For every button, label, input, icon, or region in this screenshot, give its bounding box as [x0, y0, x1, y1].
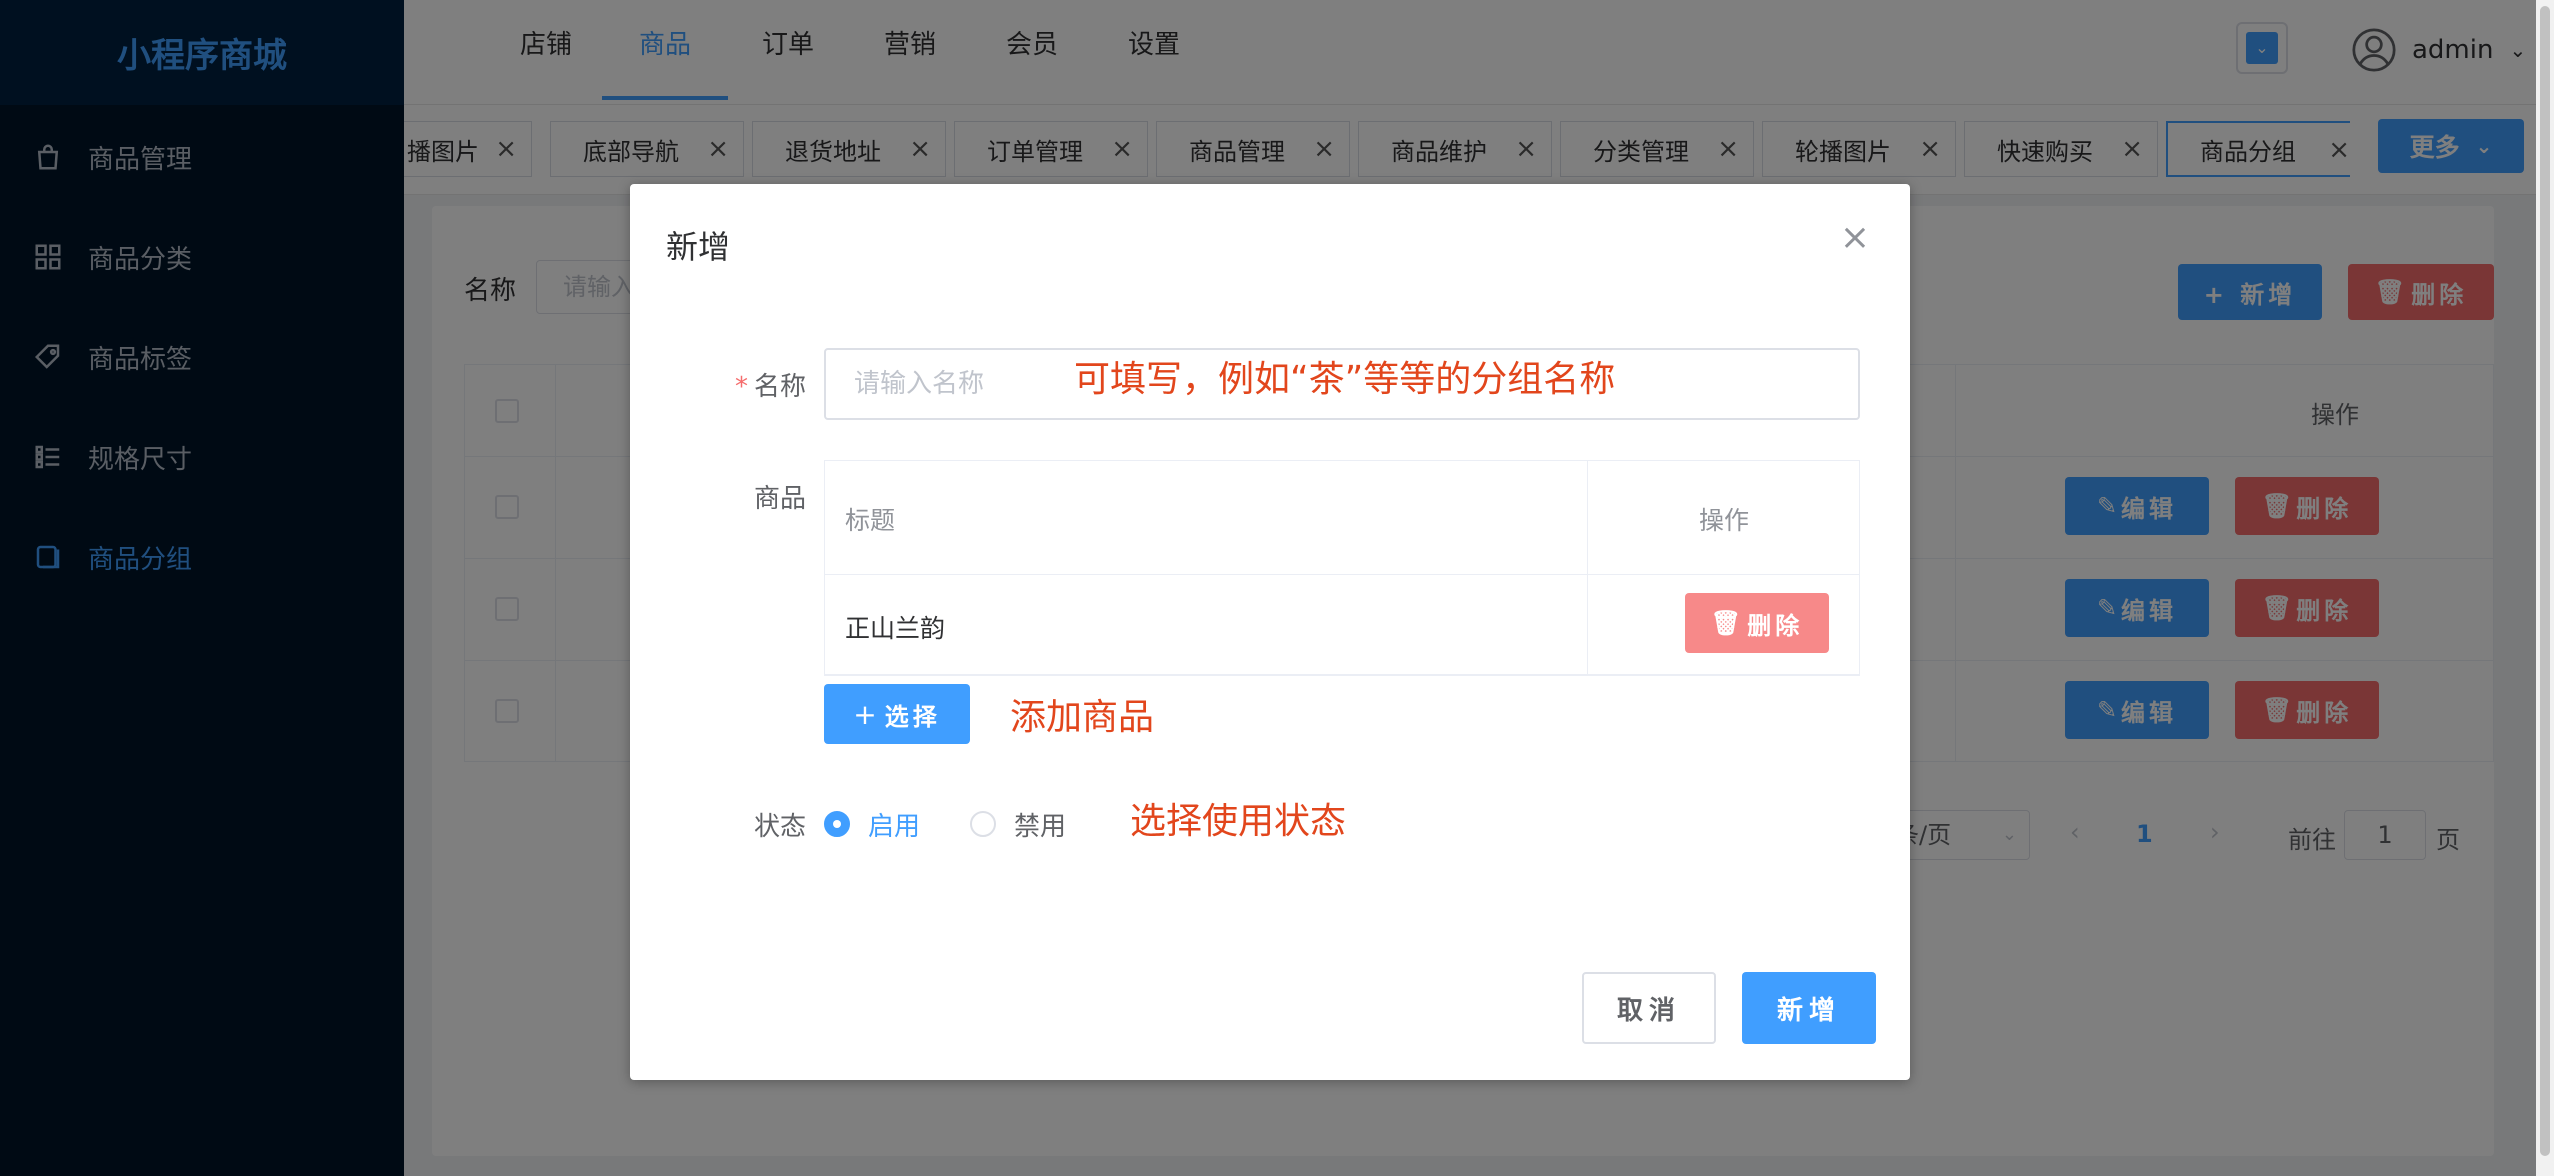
add-group-dialog: 新增 × *名称 可填写，例如“茶”等等的分组名称 商品 标题 操作 正山兰韵 …	[630, 184, 1910, 1080]
dialog-title: 新增	[666, 228, 731, 266]
goods-title-header: 标题	[845, 506, 896, 535]
choose-label: 选择	[884, 702, 941, 731]
name-label: * 名称	[666, 366, 806, 403]
name-annotation: 可填写，例如“茶”等等的分组名称	[1074, 359, 1616, 400]
choose-annotation: 添加商品	[1010, 697, 1155, 738]
goods-table-row: 正山兰韵 🗑 删除	[825, 575, 1859, 675]
radio-dot	[824, 811, 850, 837]
status-label: 状态	[753, 812, 806, 842]
cancel-button[interactable]: 取消	[1582, 972, 1716, 1044]
scrollbar-thumb[interactable]	[2540, 6, 2550, 1156]
radio-dot	[970, 811, 996, 837]
goods-table: 标题 操作 正山兰韵 🗑 删除	[824, 460, 1860, 676]
radio-label: 禁用	[1014, 811, 1067, 842]
name-label-text: 名称	[753, 372, 806, 402]
delete-label: 删除	[1747, 611, 1804, 640]
goods-table-header: 标题 操作	[825, 461, 1859, 575]
choose-goods-button[interactable]: + 选择	[824, 684, 970, 744]
trash-icon: 🗑	[1710, 609, 1742, 637]
page-scrollbar[interactable]	[2536, 0, 2554, 1176]
plus-icon: +	[853, 697, 877, 731]
status-disabled-radio[interactable]: 禁用	[970, 806, 1066, 842]
radio-label: 启用	[868, 811, 921, 842]
required-mark: *	[734, 372, 748, 402]
goods-delete-button[interactable]: 🗑 删除	[1685, 593, 1829, 653]
status-annotation: 选择使用状态	[1130, 801, 1347, 842]
close-icon[interactable]: ×	[1840, 218, 1870, 258]
column-divider	[1587, 461, 1588, 675]
goods-label: 商品	[753, 484, 806, 514]
goods-op-header: 操作	[1698, 506, 1749, 535]
confirm-add-button[interactable]: 新增	[1742, 972, 1876, 1044]
status-enabled-radio[interactable]: 启用	[824, 806, 920, 842]
goods-title-cell: 正山兰韵	[845, 614, 946, 643]
